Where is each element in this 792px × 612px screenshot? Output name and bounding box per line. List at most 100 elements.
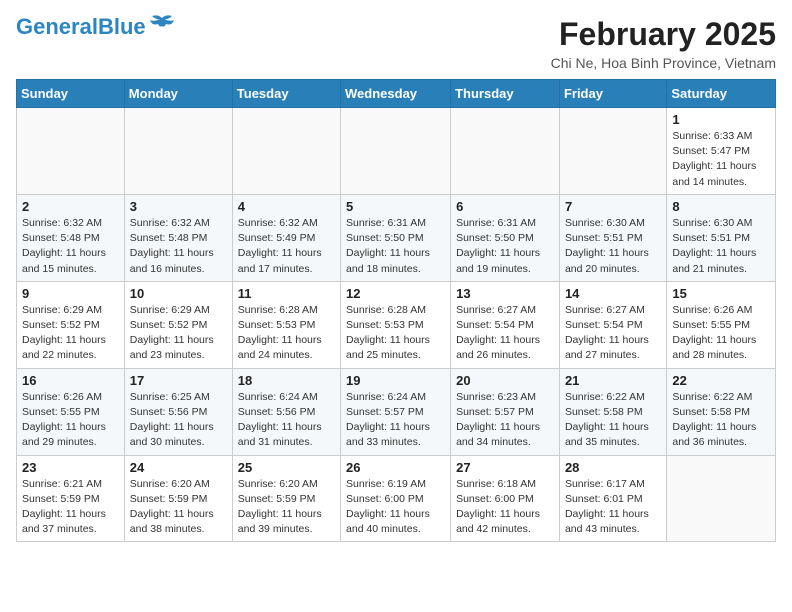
day-info: Sunrise: 6:22 AM Sunset: 5:58 PM Dayligh… — [565, 390, 661, 451]
table-row: 26 Sunrise: 6:19 AM Sunset: 6:00 PM Dayli… — [341, 455, 451, 542]
day-info: Sunrise: 6:20 AM Sunset: 5:59 PM Dayligh… — [238, 477, 335, 538]
table-row: 25 Sunrise: 6:20 AM Sunset: 5:59 PM Dayli… — [232, 455, 340, 542]
day-number: 7 — [565, 199, 661, 214]
day-number: 2 — [22, 199, 119, 214]
day-info: Sunrise: 6:23 AM Sunset: 5:57 PM Dayligh… — [456, 390, 554, 451]
table-row: 15Sunrise: 6:26 AM Sunset: 5:55 PM Dayli… — [667, 281, 776, 368]
calendar-week-3: 9 Sunrise: 6:29 AM Sunset: 5:52 PM Daylig… — [17, 281, 776, 368]
day-number: 22 — [672, 373, 770, 388]
calendar-table: Sunday Monday Tuesday Wednesday Thursday… — [16, 79, 776, 542]
table-row: 28 Sunrise: 6:17 AM Sunset: 6:01 PM Dayli… — [559, 455, 666, 542]
col-monday: Monday — [124, 80, 232, 108]
table-row: 1 Sunrise: 6:33 AM Sunset: 5:47 PM Daylig… — [667, 108, 776, 195]
day-info: Sunrise: 6:31 AM Sunset: 5:50 PM Dayligh… — [346, 216, 445, 277]
day-number: 24 — [130, 460, 227, 475]
day-number: 3 — [130, 199, 227, 214]
month-year-title: February 2025 — [551, 16, 776, 53]
col-friday: Friday — [559, 80, 666, 108]
day-number: 26 — [346, 460, 445, 475]
table-row: 21Sunrise: 6:22 AM Sunset: 5:58 PM Dayli… — [559, 368, 666, 455]
table-row: 23 Sunrise: 6:21 AM Sunset: 5:59 PM Dayli… — [17, 455, 125, 542]
table-row: 6 Sunrise: 6:31 AM Sunset: 5:50 PM Daylig… — [451, 194, 560, 281]
calendar-header-row: Sunday Monday Tuesday Wednesday Thursday… — [17, 80, 776, 108]
table-row: 9 Sunrise: 6:29 AM Sunset: 5:52 PM Daylig… — [17, 281, 125, 368]
day-number: 9 — [22, 286, 119, 301]
day-info: Sunrise: 6:32 AM Sunset: 5:48 PM Dayligh… — [22, 216, 119, 277]
table-row: 19 Sunrise: 6:24 AM Sunset: 5:57 PM Dayli… — [341, 368, 451, 455]
table-row — [451, 108, 560, 195]
day-info: Sunrise: 6:26 AM Sunset: 5:55 PM Dayligh… — [672, 303, 770, 364]
day-info: Sunrise: 6:28 AM Sunset: 5:53 PM Dayligh… — [346, 303, 445, 364]
day-info: Sunrise: 6:17 AM Sunset: 6:01 PM Dayligh… — [565, 477, 661, 538]
day-info: Sunrise: 6:29 AM Sunset: 5:52 PM Dayligh… — [22, 303, 119, 364]
day-info: Sunrise: 6:19 AM Sunset: 6:00 PM Dayligh… — [346, 477, 445, 538]
day-info: Sunrise: 6:30 AM Sunset: 5:51 PM Dayligh… — [565, 216, 661, 277]
day-info: Sunrise: 6:33 AM Sunset: 5:47 PM Dayligh… — [672, 129, 770, 190]
table-row — [341, 108, 451, 195]
day-info: Sunrise: 6:27 AM Sunset: 5:54 PM Dayligh… — [565, 303, 661, 364]
day-number: 19 — [346, 373, 445, 388]
day-number: 16 — [22, 373, 119, 388]
day-info: Sunrise: 6:27 AM Sunset: 5:54 PM Dayligh… — [456, 303, 554, 364]
table-row: 5Sunrise: 6:31 AM Sunset: 5:50 PM Daylig… — [341, 194, 451, 281]
day-number: 8 — [672, 199, 770, 214]
table-row: 4 Sunrise: 6:32 AM Sunset: 5:49 PM Daylig… — [232, 194, 340, 281]
calendar-week-4: 16 Sunrise: 6:26 AM Sunset: 5:55 PM Dayli… — [17, 368, 776, 455]
calendar-week-1: 1 Sunrise: 6:33 AM Sunset: 5:47 PM Daylig… — [17, 108, 776, 195]
table-row: 24 Sunrise: 6:20 AM Sunset: 5:59 PM Dayli… — [124, 455, 232, 542]
col-thursday: Thursday — [451, 80, 560, 108]
table-row: 10Sunrise: 6:29 AM Sunset: 5:52 PM Dayli… — [124, 281, 232, 368]
day-number: 11 — [238, 286, 335, 301]
table-row: 3 Sunrise: 6:32 AM Sunset: 5:48 PM Daylig… — [124, 194, 232, 281]
table-row: 22 Sunrise: 6:22 AM Sunset: 5:58 PM Dayli… — [667, 368, 776, 455]
calendar-week-2: 2 Sunrise: 6:32 AM Sunset: 5:48 PM Daylig… — [17, 194, 776, 281]
day-number: 18 — [238, 373, 335, 388]
location-subtitle: Chi Ne, Hoa Binh Province, Vietnam — [551, 55, 776, 71]
day-info: Sunrise: 6:29 AM Sunset: 5:52 PM Dayligh… — [130, 303, 227, 364]
table-row: 20 Sunrise: 6:23 AM Sunset: 5:57 PM Dayli… — [451, 368, 560, 455]
day-info: Sunrise: 6:18 AM Sunset: 6:00 PM Dayligh… — [456, 477, 554, 538]
table-row: 11 Sunrise: 6:28 AM Sunset: 5:53 PM Dayli… — [232, 281, 340, 368]
table-row — [232, 108, 340, 195]
logo-text: GeneralBlue — [16, 16, 146, 38]
day-number: 1 — [672, 112, 770, 127]
table-row: 2 Sunrise: 6:32 AM Sunset: 5:48 PM Daylig… — [17, 194, 125, 281]
table-row: 27 Sunrise: 6:18 AM Sunset: 6:00 PM Dayli… — [451, 455, 560, 542]
day-info: Sunrise: 6:30 AM Sunset: 5:51 PM Dayligh… — [672, 216, 770, 277]
day-number: 20 — [456, 373, 554, 388]
day-info: Sunrise: 6:25 AM Sunset: 5:56 PM Dayligh… — [130, 390, 227, 451]
day-number: 14 — [565, 286, 661, 301]
day-number: 23 — [22, 460, 119, 475]
table-row — [667, 455, 776, 542]
calendar-week-5: 23 Sunrise: 6:21 AM Sunset: 5:59 PM Dayli… — [17, 455, 776, 542]
day-number: 28 — [565, 460, 661, 475]
table-row — [17, 108, 125, 195]
day-number: 27 — [456, 460, 554, 475]
day-number: 13 — [456, 286, 554, 301]
table-row: 16 Sunrise: 6:26 AM Sunset: 5:55 PM Dayli… — [17, 368, 125, 455]
day-info: Sunrise: 6:24 AM Sunset: 5:57 PM Dayligh… — [346, 390, 445, 451]
day-info: Sunrise: 6:31 AM Sunset: 5:50 PM Dayligh… — [456, 216, 554, 277]
day-number: 4 — [238, 199, 335, 214]
table-row: 12Sunrise: 6:28 AM Sunset: 5:53 PM Dayli… — [341, 281, 451, 368]
day-info: Sunrise: 6:21 AM Sunset: 5:59 PM Dayligh… — [22, 477, 119, 538]
day-info: Sunrise: 6:20 AM Sunset: 5:59 PM Dayligh… — [130, 477, 227, 538]
table-row: 7 Sunrise: 6:30 AM Sunset: 5:51 PM Daylig… — [559, 194, 666, 281]
logo-bird-icon — [148, 14, 176, 36]
col-wednesday: Wednesday — [341, 80, 451, 108]
table-row: 8 Sunrise: 6:30 AM Sunset: 5:51 PM Daylig… — [667, 194, 776, 281]
table-row: 13 Sunrise: 6:27 AM Sunset: 5:54 PM Dayli… — [451, 281, 560, 368]
table-row — [559, 108, 666, 195]
day-number: 25 — [238, 460, 335, 475]
day-info: Sunrise: 6:32 AM Sunset: 5:48 PM Dayligh… — [130, 216, 227, 277]
table-row: 14 Sunrise: 6:27 AM Sunset: 5:54 PM Dayli… — [559, 281, 666, 368]
day-info: Sunrise: 6:32 AM Sunset: 5:49 PM Dayligh… — [238, 216, 335, 277]
day-info: Sunrise: 6:26 AM Sunset: 5:55 PM Dayligh… — [22, 390, 119, 451]
logo: GeneralBlue — [16, 16, 176, 38]
day-number: 17 — [130, 373, 227, 388]
day-info: Sunrise: 6:28 AM Sunset: 5:53 PM Dayligh… — [238, 303, 335, 364]
day-info: Sunrise: 6:22 AM Sunset: 5:58 PM Dayligh… — [672, 390, 770, 451]
title-section: February 2025 Chi Ne, Hoa Binh Province,… — [551, 16, 776, 71]
day-info: Sunrise: 6:24 AM Sunset: 5:56 PM Dayligh… — [238, 390, 335, 451]
day-number: 6 — [456, 199, 554, 214]
